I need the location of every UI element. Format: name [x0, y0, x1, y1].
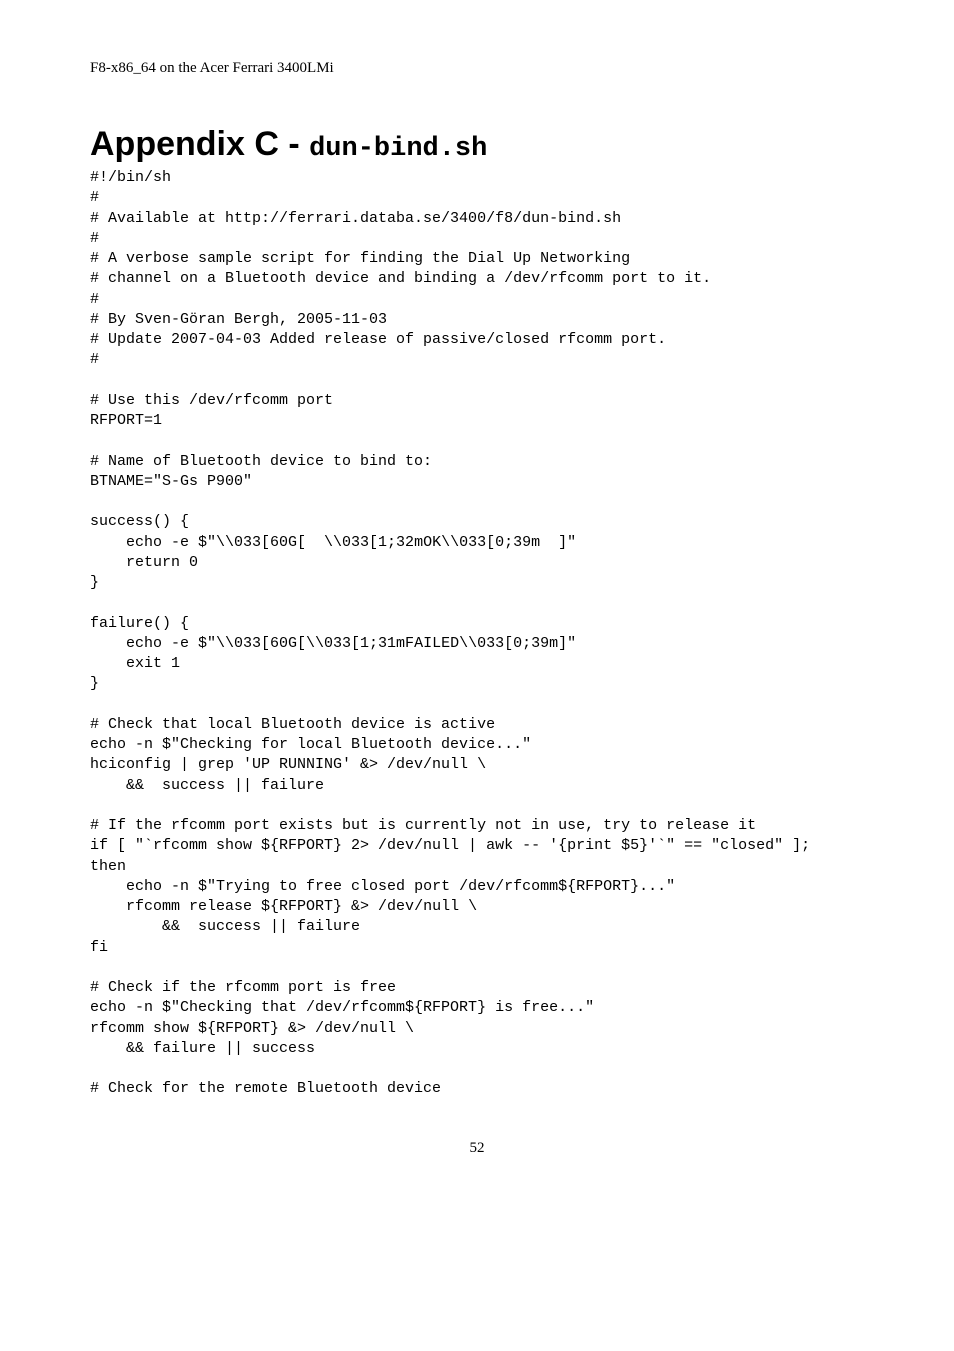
appendix-title: Appendix C - dun-bind.sh [90, 125, 864, 164]
page-number: 52 [90, 1140, 864, 1157]
page-header: F8-x86_64 on the Acer Ferrari 3400LMi [90, 60, 864, 77]
document-page: F8-x86_64 on the Acer Ferrari 3400LMi Ap… [0, 0, 954, 1197]
title-filename: dun-bind.sh [309, 134, 487, 164]
title-text: Appendix C - [90, 125, 309, 163]
code-block: #!/bin/sh # # Available at http://ferrar… [90, 168, 864, 1100]
